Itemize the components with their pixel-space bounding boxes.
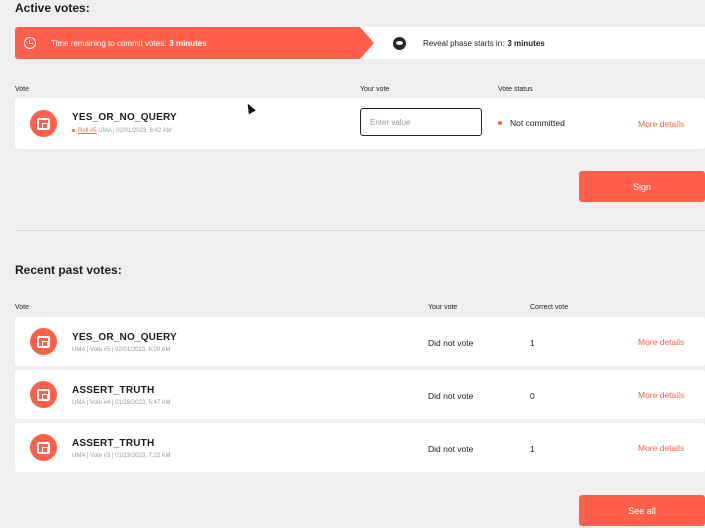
reveal-phase-label: Reveal phase starts in: [423,38,505,48]
vote-status: Not committed [498,118,565,128]
sign-button[interactable]: Sign [579,171,705,202]
vote-title: YES_OR_NO_QUERY [72,332,177,343]
col-correct-vote: Correct vote [530,304,569,311]
more-details-link[interactable]: More details [638,443,684,453]
vote-meta: UMA | Vote #3 | 01/23/2023, 7:22 AM [72,453,171,459]
clock-icon [24,37,36,49]
vote-meta-text: UMA | 02/01/2023, 6:42 AM [98,128,172,134]
active-vote-row: YES_OR_NO_QUERY Roll #5 UMA | 02/01/2023… [15,98,705,149]
eye-icon [393,36,406,50]
your-vote-value: Did not vote [428,338,474,348]
your-vote-value: Did not vote [428,444,474,454]
table-row: YES_OR_NO_QUERY UMA | Vote #5 | 02/01/20… [15,317,705,366]
reveal-phase: Reveal phase starts in: 3 minutes [393,27,545,59]
commit-phase-label: Time remaining to commit votes: [51,38,167,48]
more-details-link[interactable]: More details [638,119,684,129]
vote-title: ASSERT_TRUTH [72,438,155,449]
correct-vote-value: 1 [530,338,535,348]
more-details-link[interactable]: More details [638,337,684,347]
commit-phase-time: 3 minutes [169,38,207,48]
uma-logo-icon [30,328,57,355]
uma-logo-icon [30,110,57,137]
col-vote-status: Vote status [498,86,533,93]
vote-meta: UMA | Vote #5 | 02/01/2023, 6:09 AM [72,347,171,353]
reveal-phase-time: 3 minutes [507,38,545,48]
uma-logo-icon [30,434,57,461]
col-vote: Vote [15,86,30,93]
status-dot-icon [498,121,502,125]
vote-title: ASSERT_TRUTH [72,385,155,396]
table-row: ASSERT_TRUTH UMA | Vote #3 | 01/23/2023,… [15,423,705,472]
vote-value-input[interactable] [360,108,482,136]
roll-dot-icon [72,128,75,132]
your-vote-value: Did not vote [428,391,474,401]
section-divider [15,230,705,231]
more-details-link[interactable]: More details [638,390,684,400]
past-votes-heading: Recent past votes: [15,263,122,277]
active-votes-heading: Active votes: [15,1,90,15]
col-past-vote: Vote [15,304,30,311]
roll-link[interactable]: Roll #5 [78,128,97,134]
vote-status-label: Not committed [510,118,565,128]
phase-arrow [360,27,374,59]
col-past-your-vote: Your vote [428,304,458,311]
vote-meta: UMA | Vote #4 | 01/26/2023, 5:47 AM [72,400,171,406]
uma-logo-icon [30,381,57,408]
commit-phase: Time remaining to commit votes: 3 minute… [15,27,360,59]
see-all-button[interactable]: See all [579,495,705,526]
col-your-vote: Your vote [360,86,390,93]
phase-bar: Time remaining to commit votes: 3 minute… [15,27,705,59]
vote-meta: Roll #5 UMA | 02/01/2023, 6:42 AM [72,128,172,134]
table-row: ASSERT_TRUTH UMA | Vote #4 | 01/26/2023,… [15,370,705,419]
vote-title: YES_OR_NO_QUERY [72,112,177,123]
correct-vote-value: 0 [530,391,535,401]
correct-vote-value: 1 [530,444,535,454]
